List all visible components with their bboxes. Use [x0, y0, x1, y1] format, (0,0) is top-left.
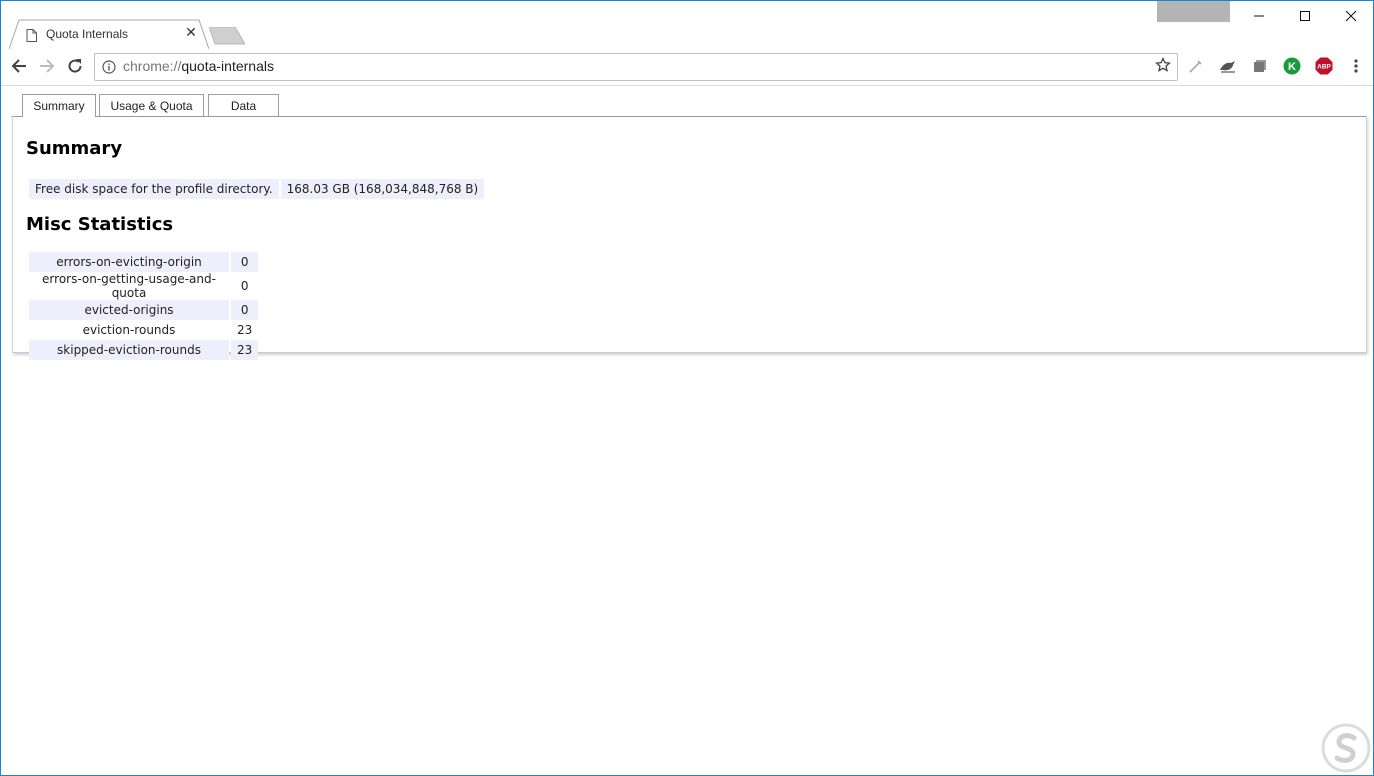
maximize-button[interactable]: [1282, 1, 1328, 31]
stat-value: 23: [231, 340, 259, 360]
url-path: quota-internals: [181, 58, 274, 74]
abp-icon[interactable]: ABP: [1315, 57, 1333, 75]
summary-heading: Summary: [26, 138, 123, 159]
k-extension-icon[interactable]: K: [1283, 57, 1301, 75]
url-text: chrome://quota-internals: [123, 58, 274, 74]
back-button[interactable]: [7, 54, 31, 78]
info-icon[interactable]: [102, 59, 116, 78]
forward-button[interactable]: [35, 54, 59, 78]
new-tab-button[interactable]: [208, 26, 246, 49]
tab-title: Quota Internals: [46, 27, 129, 41]
stack-icon[interactable]: [1251, 57, 1269, 75]
watermark-logo: [1321, 723, 1371, 775]
url-scheme: chrome://: [123, 58, 182, 74]
tab-summary[interactable]: Summary: [22, 94, 96, 117]
stat-value: 23: [237, 323, 253, 337]
browser-tab[interactable]: Quota Internals ✕: [9, 19, 209, 49]
tab-usage-and-quota[interactable]: Usage & Quota: [99, 94, 204, 116]
stat-key: skipped-eviction-rounds: [29, 340, 229, 360]
abp-label: ABP: [1317, 64, 1331, 71]
tab-strip: Quota Internals ✕: [1, 1, 1373, 49]
arrow-left-icon: [11, 59, 26, 73]
table-row: errors-on-evicting-origin 0: [29, 252, 259, 272]
stat-value: 0: [231, 252, 259, 272]
profile-button[interactable]: [1157, 1, 1230, 22]
table-row: Free disk space for the profile director…: [29, 179, 485, 199]
table-row: evicted-origins 0: [29, 300, 259, 320]
table-row: skipped-eviction-rounds 23: [29, 340, 259, 360]
star-icon[interactable]: [1155, 56, 1171, 77]
stat-key: errors-on-evicting-origin: [29, 252, 229, 272]
eyedropper-icon[interactable]: [1187, 57, 1205, 75]
close-tab-icon[interactable]: ✕: [183, 25, 199, 41]
summary-table: Free disk space for the profile director…: [27, 177, 486, 201]
table-row: errors-on-getting-usage-and-quota 0: [29, 272, 258, 300]
minimize-button[interactable]: [1236, 1, 1282, 31]
kebab-menu-icon: [1354, 59, 1358, 73]
k-extension-label: K: [1288, 61, 1296, 73]
stat-value: 0: [231, 300, 259, 320]
arrow-right-icon: [40, 59, 55, 73]
stat-value: 0: [240, 279, 249, 293]
table-row: eviction-rounds 23: [29, 320, 258, 340]
close-window-button[interactable]: [1328, 1, 1373, 31]
reload-button[interactable]: [63, 54, 87, 78]
summary-panel: Summary Free disk space for the profile …: [12, 116, 1367, 360]
tab-data[interactable]: Data: [208, 94, 279, 116]
reload-icon: [68, 59, 82, 73]
misc-statistics-table: errors-on-evicting-origin 0 errors-on-ge…: [27, 252, 260, 360]
toolbar: chrome://quota-internals K ABP: [1, 49, 1373, 86]
menu-button[interactable]: [1347, 57, 1365, 75]
page-content: Summary Usage & Quota Data Summary Free …: [1, 86, 1373, 775]
page-icon: [26, 27, 37, 46]
stat-key: errors-on-getting-usage-and-quota: [42, 272, 216, 300]
page-tabs: Summary Usage & Quota Data: [11, 94, 1367, 117]
free-disk-space-label: Free disk space for the profile director…: [29, 179, 279, 199]
stat-key: eviction-rounds: [82, 323, 176, 337]
browser-window: Quota Internals ✕ chrome://quota-interna…: [0, 0, 1374, 776]
bird-icon[interactable]: [1219, 57, 1237, 75]
maximize-icon: [1300, 11, 1310, 21]
stat-key: evicted-origins: [29, 300, 229, 320]
close-icon: [1345, 10, 1357, 22]
address-bar[interactable]: chrome://quota-internals: [94, 53, 1178, 81]
minimize-icon: [1254, 15, 1264, 17]
free-disk-space-value: 168.03 GB (168,034,848,768 B): [280, 179, 485, 199]
misc-statistics-heading: Misc Statistics: [26, 214, 174, 235]
